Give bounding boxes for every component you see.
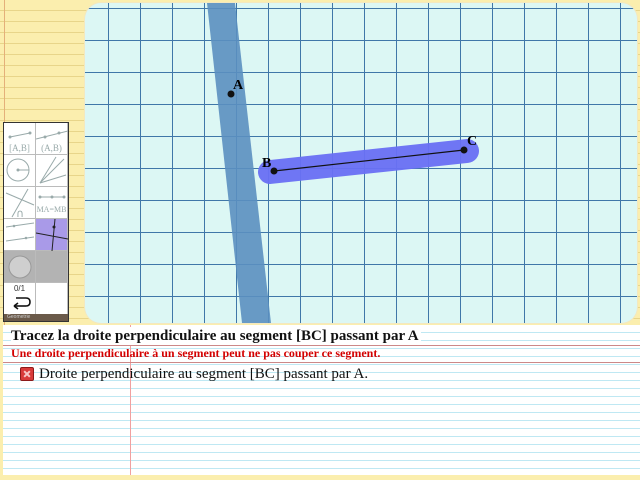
canvas-drawing: A B C bbox=[207, 3, 479, 323]
checklist-item-text: Droite perpendiculaire au segment [BC] p… bbox=[39, 366, 369, 382]
point-a-label: A bbox=[233, 78, 244, 93]
instruction-panel: Tracez la droite perpendiculaire au segm… bbox=[3, 325, 640, 475]
exercise-title: Tracez la droite perpendiculaire au segm… bbox=[11, 327, 421, 345]
undo-button[interactable]: 0/1 bbox=[4, 283, 36, 315]
tool-style[interactable] bbox=[36, 251, 68, 283]
intersection-tool-icon: ∩ bbox=[5, 188, 35, 219]
tool-color[interactable] bbox=[4, 251, 36, 283]
tool-segment[interactable]: [A,B] bbox=[4, 123, 36, 155]
tool-line[interactable]: (A,B) bbox=[36, 123, 68, 155]
tool-perpendicular[interactable] bbox=[36, 219, 68, 251]
checklist-item: Droite perpendiculaire au segment [BC] p… bbox=[20, 365, 368, 383]
warning-divider bbox=[3, 362, 640, 363]
undo-arrow-icon bbox=[13, 297, 31, 310]
fail-icon bbox=[20, 367, 34, 381]
tool-rays[interactable] bbox=[36, 155, 68, 187]
color-swatch-icon bbox=[8, 255, 32, 279]
tool-parallel[interactable] bbox=[4, 219, 36, 251]
segment-bc-highlight[interactable] bbox=[258, 139, 479, 184]
equal-distance-tool-icon bbox=[38, 195, 66, 199]
point-b-label: B bbox=[262, 156, 271, 171]
tool-empty[interactable] bbox=[36, 283, 68, 315]
geometry-canvas[interactable]: A B C bbox=[85, 3, 637, 323]
segment-tool-label: [A,B] bbox=[9, 142, 30, 153]
toolbar-footer: Geometrie bbox=[4, 314, 68, 321]
svg-text:∩: ∩ bbox=[16, 207, 24, 219]
parallel-tool-icon bbox=[5, 222, 35, 242]
circle-tool-icon bbox=[6, 158, 30, 182]
warning-message: Une droite perpendiculaire à un segment … bbox=[11, 346, 381, 360]
tool-equal-distance[interactable]: MA=MB bbox=[36, 187, 68, 219]
tool-palette: [A,B] (A,B) ∩ MA=MB 0/1 Geometrie bbox=[3, 122, 69, 322]
tool-intersection[interactable]: ∩ bbox=[4, 187, 36, 219]
point-c-label: C bbox=[467, 134, 477, 149]
tool-circle[interactable] bbox=[4, 155, 36, 187]
point-b[interactable] bbox=[270, 167, 278, 175]
perpendicular-tool-icon bbox=[36, 219, 68, 251]
line-tool-label: (A,B) bbox=[41, 142, 62, 153]
equal-distance-tool-label: MA=MB bbox=[36, 205, 67, 214]
rays-tool-icon bbox=[39, 156, 67, 184]
